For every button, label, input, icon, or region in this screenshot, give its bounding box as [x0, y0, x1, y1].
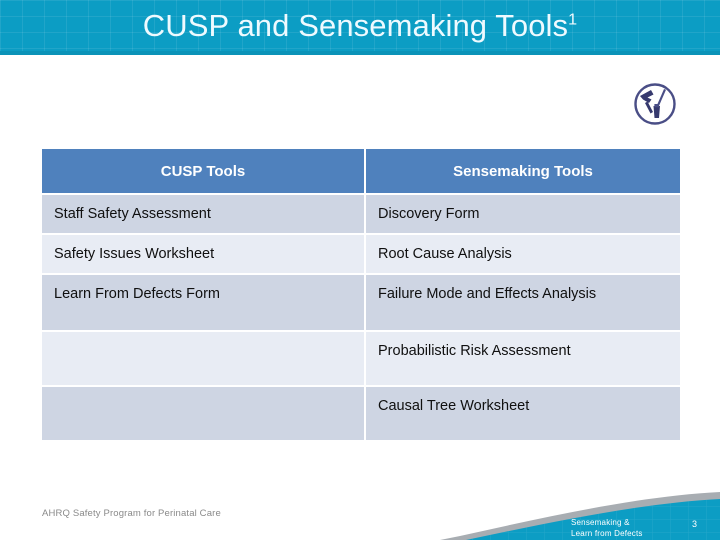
- slide-header-band: CUSP and Sensemaking Tools1: [0, 0, 720, 55]
- page-title-superscript: 1: [568, 10, 578, 29]
- cusp-sensemaking-tools-table: CUSP Tools Sensemaking Tools Staff Safet…: [40, 147, 682, 442]
- column-header-cusp-tools: CUSP Tools: [42, 149, 364, 193]
- cell-sensemaking-tool: Discovery Form: [366, 195, 680, 233]
- table-body: Staff Safety Assessment Discovery Form S…: [42, 195, 680, 440]
- cell-cusp-tool: Staff Safety Assessment: [42, 195, 364, 233]
- cell-sensemaking-tool: Probabilistic Risk Assessment: [366, 332, 680, 385]
- table-row: Probabilistic Risk Assessment: [42, 332, 680, 385]
- footer-module-line-2: Learn from Defects: [571, 528, 643, 538]
- footer-program-label: AHRQ Safety Program for Perinatal Care: [42, 508, 221, 519]
- table-header-row: CUSP Tools Sensemaking Tools: [42, 149, 680, 193]
- table-row: Causal Tree Worksheet: [42, 387, 680, 440]
- table-row: Learn From Defects Form Failure Mode and…: [42, 275, 680, 330]
- cell-sensemaking-tool: Failure Mode and Effects Analysis: [366, 275, 680, 330]
- footer-module-line-1: Sensemaking &: [571, 518, 630, 527]
- cell-sensemaking-tool: Root Cause Analysis: [366, 235, 680, 273]
- page-title-text: CUSP and Sensemaking Tools: [142, 8, 569, 43]
- slide-page-number: 3: [692, 519, 698, 529]
- header-underline: [0, 51, 720, 55]
- table-row: Safety Issues Worksheet Root Cause Analy…: [42, 235, 680, 273]
- cell-sensemaking-tool: Causal Tree Worksheet: [366, 387, 680, 440]
- table-row: Staff Safety Assessment Discovery Form: [42, 195, 680, 233]
- toolkit-circle-logo: [627, 80, 683, 128]
- table-header: CUSP Tools Sensemaking Tools: [42, 149, 680, 193]
- page-title: CUSP and Sensemaking Tools1: [0, 4, 720, 48]
- slide-canvas: CUSP and Sensemaking Tools1 CUSP Tools S…: [0, 0, 720, 540]
- footer-module-label: Sensemaking & Learn from Defects: [571, 518, 643, 539]
- cell-cusp-tool: Learn From Defects Form: [42, 275, 364, 330]
- cell-cusp-tool-empty: [42, 332, 364, 385]
- cell-cusp-tool: Safety Issues Worksheet: [42, 235, 364, 273]
- cell-cusp-tool-empty: [42, 387, 364, 440]
- column-header-sensemaking-tools: Sensemaking Tools: [366, 149, 680, 193]
- footer-swoosh-graphic: [400, 480, 720, 540]
